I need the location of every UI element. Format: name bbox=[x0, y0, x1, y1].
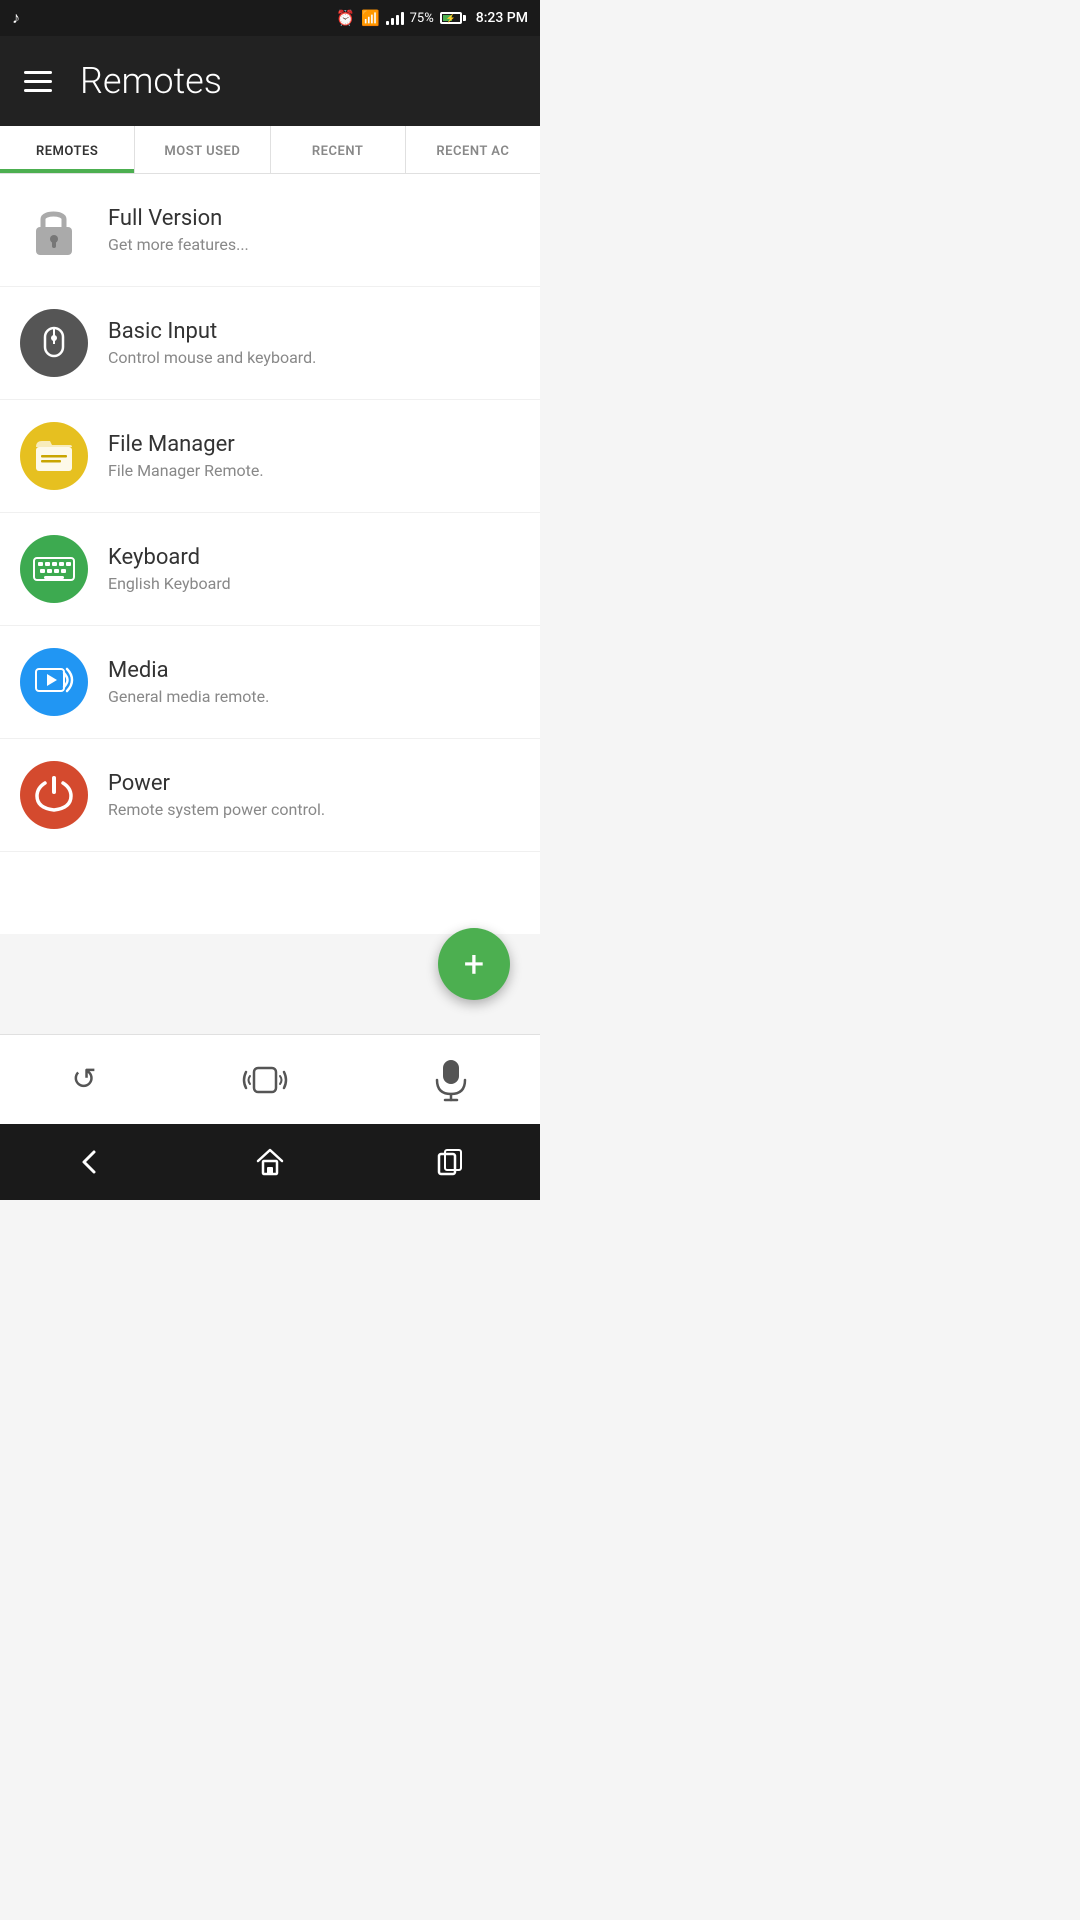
signal-icon bbox=[386, 11, 404, 25]
basic-input-icon bbox=[20, 309, 88, 377]
nav-home-button[interactable] bbox=[235, 1137, 305, 1187]
status-time: 8:23 PM bbox=[476, 10, 528, 26]
media-icon bbox=[20, 648, 88, 716]
list-item-basic-input[interactable]: Basic Input Control mouse and keyboard. bbox=[0, 287, 540, 400]
battery-icon: ⚡ bbox=[440, 12, 466, 24]
nav-back-button[interactable] bbox=[56, 1138, 124, 1186]
power-icon bbox=[20, 761, 88, 829]
keyboard-text: Keyboard English Keyboard bbox=[108, 545, 520, 593]
file-manager-subtitle: File Manager Remote. bbox=[108, 461, 520, 480]
tab-most-used[interactable]: MOST USED bbox=[135, 126, 270, 173]
power-title: Power bbox=[108, 771, 520, 796]
basic-input-subtitle: Control mouse and keyboard. bbox=[108, 348, 520, 367]
tab-recent-ac[interactable]: RECENT AC bbox=[406, 126, 540, 173]
full-version-title: Full Version bbox=[108, 206, 520, 231]
tab-recent[interactable]: RECENT bbox=[271, 126, 406, 173]
status-bar: ♪ ⏰ 📶 75% ⚡ 8:23 PM bbox=[0, 0, 540, 36]
media-text: Media General media remote. bbox=[108, 658, 520, 706]
media-subtitle: General media remote. bbox=[108, 687, 520, 706]
list-item-full-version[interactable]: Full Version Get more features... bbox=[0, 174, 540, 287]
full-version-icon bbox=[20, 196, 88, 264]
page-title: Remotes bbox=[80, 60, 222, 102]
keyboard-title: Keyboard bbox=[108, 545, 520, 570]
list-item-power[interactable]: Power Remote system power control. bbox=[0, 739, 540, 852]
refresh-button[interactable]: ↺ bbox=[61, 1052, 106, 1107]
battery-bolt-icon: ⚡ bbox=[446, 14, 456, 23]
file-manager-title: File Manager bbox=[108, 432, 520, 457]
vibrate-button[interactable] bbox=[230, 1052, 300, 1108]
nav-bar bbox=[0, 1124, 540, 1200]
full-version-text: Full Version Get more features... bbox=[108, 206, 520, 254]
bottom-action-bar: ↺ bbox=[0, 1034, 540, 1124]
full-version-subtitle: Get more features... bbox=[108, 235, 520, 254]
hamburger-menu-button[interactable] bbox=[20, 67, 56, 96]
microphone-button[interactable] bbox=[423, 1048, 479, 1112]
keyboard-icon bbox=[20, 535, 88, 603]
wifi-icon: 📶 bbox=[361, 9, 380, 27]
music-icon: ♪ bbox=[12, 8, 20, 28]
power-text: Power Remote system power control. bbox=[108, 771, 520, 819]
alarm-icon: ⏰ bbox=[336, 9, 355, 27]
nav-recents-button[interactable] bbox=[416, 1138, 484, 1186]
media-title: Media bbox=[108, 658, 520, 683]
file-manager-icon bbox=[20, 422, 88, 490]
top-bar: Remotes bbox=[0, 36, 540, 126]
list-item-keyboard[interactable]: Keyboard English Keyboard bbox=[0, 513, 540, 626]
power-subtitle: Remote system power control. bbox=[108, 800, 520, 819]
add-remote-fab[interactable]: + bbox=[438, 928, 510, 1000]
battery-percentage: 75% bbox=[410, 11, 434, 26]
tab-remotes[interactable]: REMOTES bbox=[0, 126, 135, 173]
remotes-list: Full Version Get more features... Basic … bbox=[0, 174, 540, 934]
status-right: ⏰ 📶 75% ⚡ 8:23 PM bbox=[336, 9, 528, 27]
basic-input-title: Basic Input bbox=[108, 319, 520, 344]
list-item-file-manager[interactable]: File Manager File Manager Remote. bbox=[0, 400, 540, 513]
keyboard-subtitle: English Keyboard bbox=[108, 574, 520, 593]
tabs-container: REMOTES MOST USED RECENT RECENT AC bbox=[0, 126, 540, 174]
list-item-media[interactable]: Media General media remote. bbox=[0, 626, 540, 739]
status-left: ♪ bbox=[12, 8, 20, 28]
basic-input-text: Basic Input Control mouse and keyboard. bbox=[108, 319, 520, 367]
file-manager-text: File Manager File Manager Remote. bbox=[108, 432, 520, 480]
